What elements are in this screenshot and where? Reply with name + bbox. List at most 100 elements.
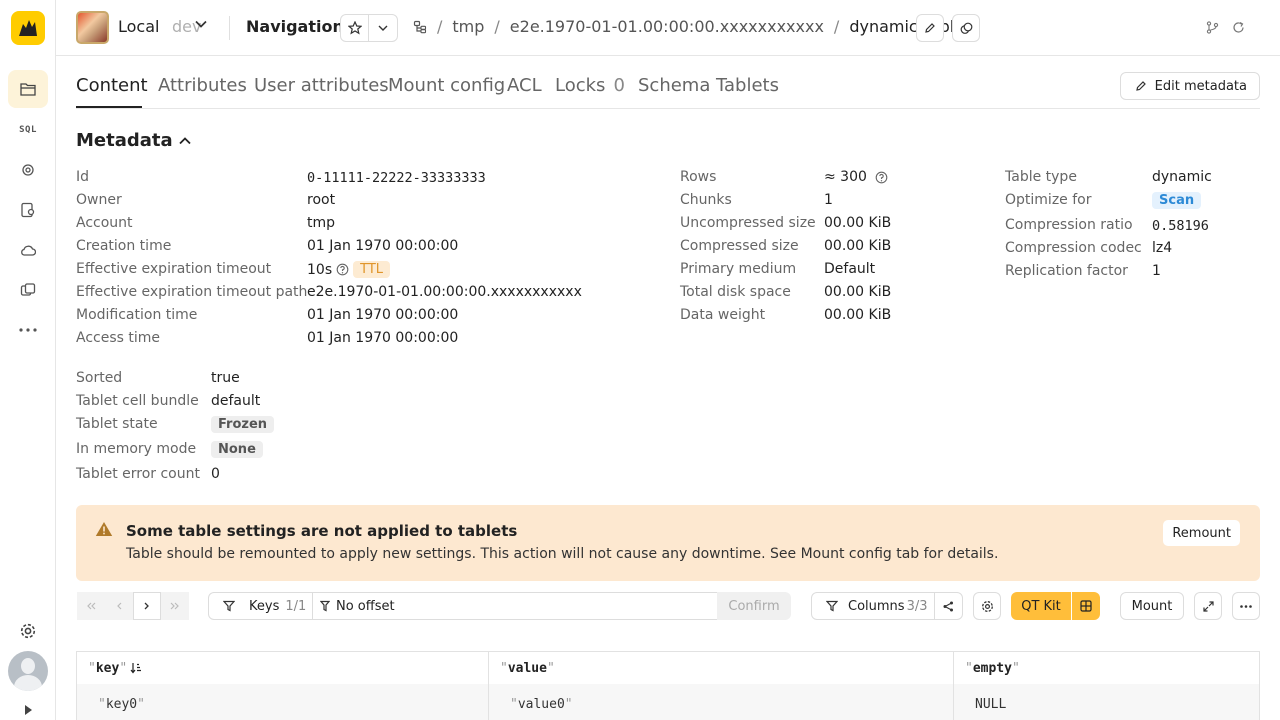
edit-metadata-button[interactable]: Edit metadata — [1119, 72, 1260, 100]
nav-components-button[interactable] — [8, 151, 48, 189]
page-title: Navigation — [246, 17, 344, 36]
expand-rail-button[interactable] — [8, 700, 48, 720]
avatar[interactable] — [8, 651, 48, 691]
offset-input[interactable]: No offset — [312, 592, 718, 620]
first-page-button[interactable] — [77, 592, 105, 620]
app-logo[interactable] — [0, 0, 56, 56]
meta-value-creation-time: 01 Jan 1970 00:00:00 — [307, 238, 459, 254]
nav-cloud-button[interactable] — [8, 231, 48, 269]
breadcrumb-separator: / — [494, 17, 500, 36]
confirm-offset-button[interactable]: Confirm — [717, 592, 791, 620]
refresh-icon[interactable] — [1232, 21, 1245, 34]
tab-locks[interactable]: Locks 0 — [555, 75, 625, 96]
breadcrumb-item[interactable]: e2e.1970-01-01.00:00:00.xxxxxxxxxxx — [510, 17, 824, 36]
meta-key-chunks: Chunks — [680, 192, 732, 208]
nav-more-button[interactable] — [8, 311, 48, 349]
meta-key-rows: Rows — [680, 169, 717, 185]
more-actions-button[interactable] — [1232, 592, 1260, 620]
breadcrumb-item[interactable]: tmp — [452, 17, 484, 36]
tab-mount-config[interactable]: Mount config — [388, 75, 505, 96]
cluster-name[interactable]: Local — [118, 17, 159, 36]
table-cell[interactable]: " key0 " — [77, 684, 489, 720]
cell-value: key0 — [105, 696, 138, 712]
meta-value-compression-ratio: 0.58196 — [1152, 218, 1209, 234]
table-header-empty[interactable]: " empty " — [954, 652, 1259, 684]
meta-key-account: Account — [76, 215, 133, 231]
tab-attributes[interactable]: Attributes — [158, 75, 247, 96]
ttl-badge: TTL — [353, 261, 391, 278]
edit-path-button[interactable] — [916, 14, 944, 42]
settings-button[interactable] — [8, 612, 48, 650]
qt-kit-button[interactable]: QT Kit — [1011, 592, 1071, 620]
meta-value-primary-medium: Default — [824, 261, 876, 277]
meta-value-expiration-path[interactable]: e2e.1970-01-01.00:00:00.xxxxxxxxxxx — [307, 284, 582, 300]
tab-acl[interactable]: ACL — [507, 75, 542, 96]
table-cell[interactable]: NULL — [954, 684, 1259, 720]
expand-icon — [1202, 600, 1214, 612]
more-dots-icon — [19, 328, 37, 332]
last-page-button[interactable] — [161, 592, 189, 620]
nav-accounts-button[interactable] — [8, 191, 48, 229]
remount-button[interactable]: Remount — [1163, 520, 1240, 546]
help-icon[interactable] — [875, 171, 888, 184]
keys-filter-button[interactable]: Keys 1/1 — [208, 592, 313, 620]
offset-placeholder: No offset — [336, 598, 395, 614]
mount-button[interactable]: Mount — [1120, 592, 1184, 620]
copy-path-button[interactable] — [952, 14, 980, 42]
table-header-key[interactable]: " key " — [77, 652, 489, 684]
pencil-icon — [925, 23, 935, 33]
chevron-left-icon — [117, 602, 122, 610]
gear-icon — [20, 623, 36, 639]
chevron-down-icon — [378, 25, 388, 31]
tab-schema[interactable]: Schema — [638, 75, 710, 96]
filter-icon — [826, 600, 838, 612]
meta-value-compressed-size: 00.00 KiB — [824, 238, 892, 254]
table-cell[interactable]: " value0 " — [489, 684, 954, 720]
meta-key-data-weight: Data weight — [680, 307, 766, 323]
chevron-down-icon[interactable] — [195, 20, 207, 28]
breadcrumb: / tmp / e2e.1970-01-01.00:00:00.xxxxxxxx… — [413, 17, 964, 36]
navigation-tabs: Content Attributes User attributes Mount… — [76, 70, 1260, 109]
nav-sql-button[interactable]: SQL — [8, 111, 48, 149]
table-settings-button[interactable] — [973, 592, 1001, 620]
fullscreen-button[interactable] — [1194, 592, 1222, 620]
chevron-right-icon — [144, 602, 149, 610]
metadata-section-toggle[interactable]: Metadata — [76, 130, 191, 151]
breadcrumb-current[interactable]: dynamic-table — [849, 17, 964, 36]
nav-operations-button[interactable] — [8, 271, 48, 309]
meta-key-modification-time: Modification time — [76, 307, 198, 323]
rows-value: ≈ 300 — [824, 169, 867, 185]
meta-value-in-memory-mode: None — [211, 441, 263, 458]
meta-value-account[interactable]: tmp — [307, 215, 335, 231]
tablet-state-badge: Frozen — [211, 416, 275, 433]
cluster-avatar[interactable] — [76, 11, 109, 44]
meta-value-owner[interactable]: root — [307, 192, 335, 208]
help-icon[interactable] — [336, 263, 349, 276]
table-header-value[interactable]: " value " — [489, 652, 954, 684]
columns-filter-button[interactable]: Columns 3/3 — [811, 592, 935, 620]
favorites-dropdown-button[interactable] — [368, 14, 398, 42]
expiration-timeout-value: 10s — [307, 261, 333, 278]
filter-icon — [223, 600, 235, 612]
meta-value-optimize-for: Scan — [1152, 192, 1202, 209]
metadata-title: Metadata — [76, 130, 173, 151]
favorite-button[interactable] — [340, 14, 369, 42]
sort-ascending-icon[interactable] — [130, 662, 142, 674]
quote-mark: " — [1011, 660, 1020, 676]
next-page-button[interactable] — [133, 592, 161, 620]
tab-content[interactable]: Content — [76, 75, 148, 96]
user-doc-icon — [21, 202, 35, 218]
meta-value-tablet-error-count: 0 — [211, 466, 220, 482]
branch-icon[interactable] — [1206, 21, 1219, 34]
qt-kit-grid-button[interactable] — [1072, 592, 1100, 620]
tab-user-attributes[interactable]: User attributes — [254, 75, 389, 96]
meta-value-compression-codec: lz4 — [1152, 240, 1173, 256]
nav-navigation-button[interactable] — [8, 70, 48, 108]
tab-tablets[interactable]: Tablets — [716, 75, 779, 96]
meta-value-tablet-cell-bundle[interactable]: default — [211, 393, 260, 409]
prev-page-button[interactable] — [105, 592, 133, 620]
chevron-up-icon — [179, 136, 191, 144]
tree-root-icon[interactable] — [413, 20, 427, 34]
meta-key-compression-ratio: Compression ratio — [1005, 217, 1133, 233]
share-button[interactable] — [934, 592, 963, 620]
